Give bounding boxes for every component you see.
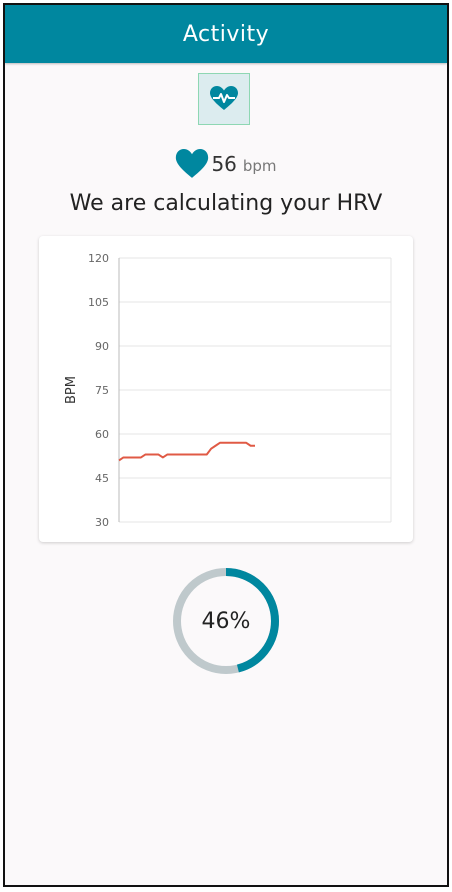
y-tick-label: 30 [95,516,109,529]
progress-percent: 46% [201,608,251,634]
y-tick-label: 60 [95,428,109,441]
y-tick-label: 105 [88,296,109,309]
heart-rate-value: 56 [211,152,237,176]
app-screen: Activity 56 bpm We are calculating your … [3,3,449,887]
y-tick-label: 45 [95,472,109,485]
page-title: Activity [182,21,270,47]
y-tick-label: 90 [95,340,109,353]
heart-pulse-icon [210,86,238,110]
y-tick-label: 120 [88,252,109,265]
heart-rate-chart-svg: 120 105 90 75 60 45 30 BPM [64,252,392,529]
hrv-progress-ring: 46% [171,566,281,676]
heart-icon [176,149,209,178]
heart-rate-readout: 56 bpm [5,148,447,180]
hrv-status-message: We are calculating your HRV [69,191,383,216]
heart-pulse-icon[interactable] [198,73,250,125]
y-tick-label: 75 [95,384,109,397]
heart-rate-series-line [118,441,255,462]
heart-rate-chart: 120 105 90 75 60 45 30 BPM [39,236,413,542]
app-header: Activity [5,5,447,63]
heart-rate-unit: bpm [242,156,277,175]
y-axis-label: BPM [64,376,79,404]
